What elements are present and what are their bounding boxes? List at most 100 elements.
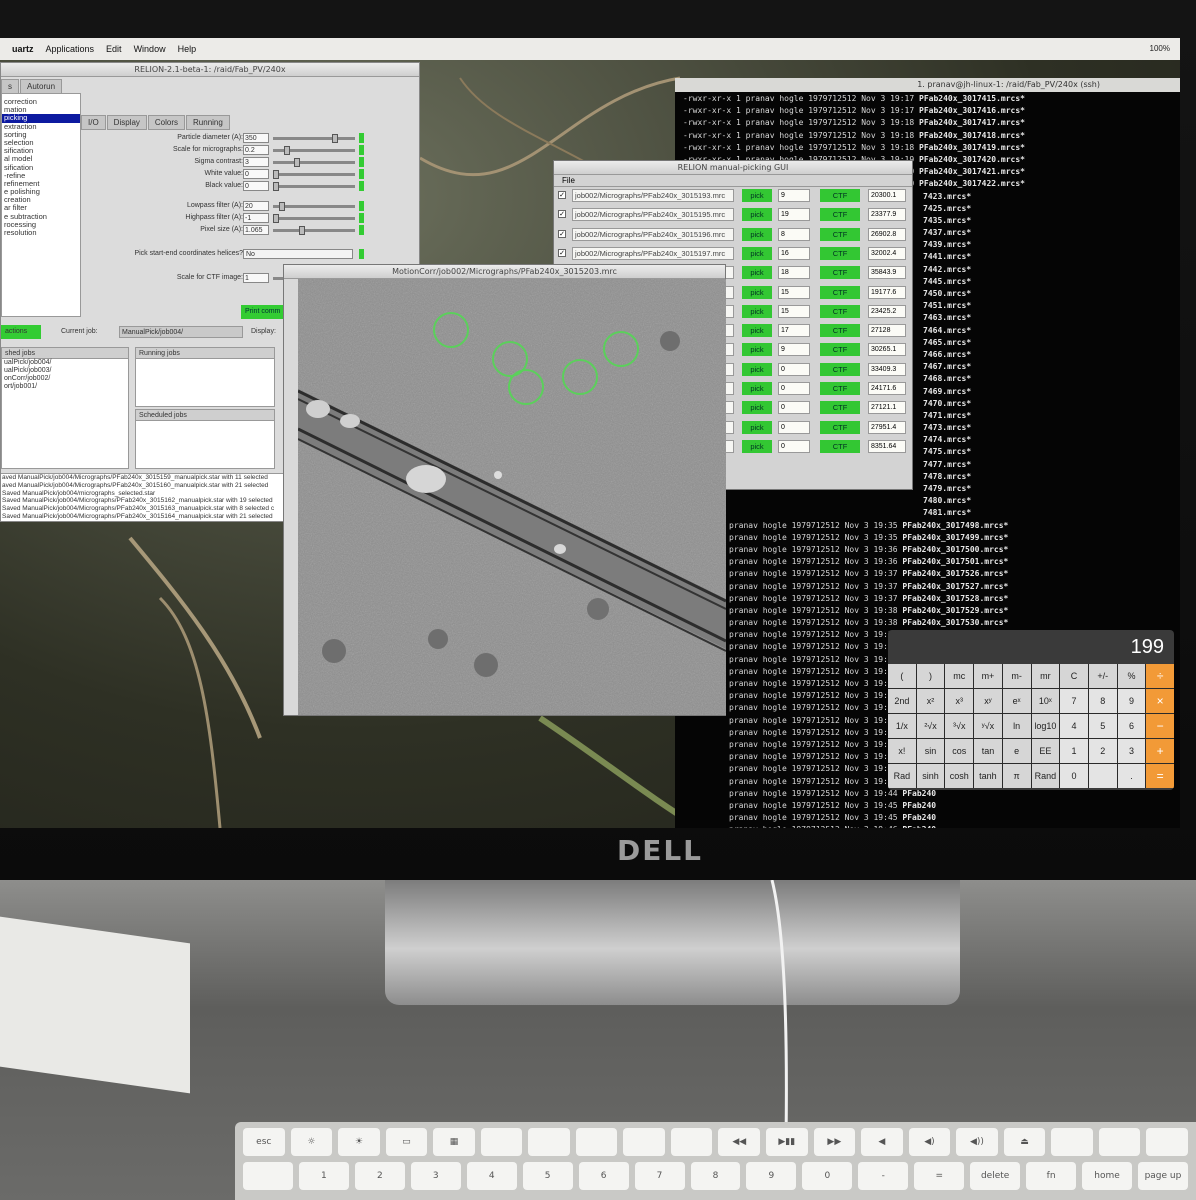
calculator-key[interactable]: 2nd — [888, 689, 916, 713]
calculator-key[interactable]: 0 — [1060, 764, 1088, 788]
ctf-button[interactable]: CTF — [820, 439, 860, 453]
keyboard-key[interactable]: ☀ — [338, 1128, 380, 1156]
keyboard-key[interactable] — [480, 1128, 523, 1156]
calculator-key[interactable]: % — [1117, 664, 1146, 688]
pick-button[interactable]: pick — [742, 401, 772, 415]
help-button[interactable] — [359, 213, 364, 223]
keyboard-key[interactable]: fn — [1026, 1162, 1077, 1190]
ctf-button[interactable]: CTF — [820, 285, 860, 299]
keyboard-key[interactable] — [623, 1128, 665, 1156]
pick-button[interactable]: pick — [742, 227, 772, 241]
calculator-key[interactable]: cos — [945, 739, 974, 763]
keyboard-key[interactable]: ☼ — [290, 1128, 333, 1156]
calculator-key[interactable]: ʸ√x — [974, 714, 1002, 738]
keyboard-key[interactable] — [1098, 1128, 1141, 1156]
calculator-key[interactable]: 4 — [1060, 714, 1088, 738]
keyboard-key[interactable] — [575, 1128, 618, 1156]
calculator-key[interactable]: 1/x — [888, 714, 916, 738]
file-menu[interactable]: File — [554, 175, 912, 187]
calculator-key[interactable]: 6 — [1117, 714, 1146, 738]
calculator-key[interactable]: ) — [916, 664, 945, 688]
ctf-button[interactable]: CTF — [820, 362, 860, 376]
calculator-key[interactable]: + — [1146, 739, 1174, 763]
keyboard-key[interactable]: = — [914, 1162, 965, 1190]
keyboard-key[interactable]: page up — [1138, 1162, 1188, 1190]
keyboard-key[interactable]: 5 — [522, 1162, 573, 1190]
row-checkbox[interactable]: ✓ — [558, 229, 566, 238]
parameter-value-field[interactable]: -1 — [243, 213, 269, 223]
keyboard-key[interactable]: ▶▮▮ — [766, 1128, 808, 1156]
keyboard-key[interactable]: 3 — [410, 1162, 461, 1190]
keyboard-key[interactable]: 9 — [746, 1162, 797, 1190]
calculator-key[interactable]: = — [1146, 764, 1174, 788]
list-item[interactable]: ualPick/job003/ — [2, 367, 128, 375]
list-item[interactable]: ort/job001/ — [2, 383, 128, 391]
slider-knob[interactable] — [298, 226, 305, 235]
calculator-key[interactable]: 2 — [1088, 739, 1117, 763]
pick-button[interactable]: pick — [742, 343, 772, 357]
list-item[interactable]: ualPick/job004/ — [2, 359, 128, 367]
pick-button[interactable]: pick — [742, 324, 772, 338]
keyboard-key[interactable]: ◀) — [908, 1128, 951, 1156]
calculator-key[interactable]: 5 — [1088, 714, 1117, 738]
job-type-item[interactable]: resolution — [2, 228, 80, 237]
calculator-key[interactable]: tan — [974, 739, 1002, 763]
help-button[interactable] — [359, 201, 364, 211]
help-button[interactable] — [359, 145, 364, 155]
slider-knob[interactable] — [283, 146, 290, 155]
calculator-key[interactable]: π — [1002, 764, 1031, 788]
keyboard-key[interactable]: ▭ — [385, 1128, 428, 1156]
tab-colors[interactable]: Colors — [147, 115, 186, 130]
keyboard-key[interactable] — [528, 1128, 570, 1156]
keyboard-key[interactable]: ▶▶ — [813, 1128, 856, 1156]
help-button[interactable] — [359, 225, 364, 235]
calculator-key[interactable]: mr — [1031, 664, 1060, 688]
pick-button[interactable]: pick — [742, 266, 772, 280]
keyboard-key[interactable]: delete — [970, 1162, 1021, 1190]
keyboard-key[interactable]: 8 — [690, 1162, 741, 1190]
pick-button[interactable]: pick — [742, 208, 772, 222]
keyboard-key[interactable] — [1051, 1128, 1093, 1156]
finished-jobs-list[interactable]: shed jobs ualPick/job004/ ualPick/job003… — [1, 347, 129, 469]
calculator-key[interactable]: − — [1146, 714, 1174, 738]
calculator-key[interactable]: cosh — [945, 764, 974, 788]
ctf-button[interactable]: CTF — [820, 246, 860, 260]
ctf-button[interactable]: CTF — [820, 266, 860, 280]
parameter-value-field[interactable]: 0.2 — [243, 145, 269, 155]
calculator-key[interactable]: m- — [1002, 664, 1031, 688]
calculator-key[interactable]: x! — [888, 739, 916, 763]
keyboard-key[interactable]: ◀)) — [956, 1128, 998, 1156]
calculator-key[interactable]: 9 — [1117, 689, 1146, 713]
calculator-key[interactable]: tanh — [974, 764, 1002, 788]
slider-knob[interactable] — [273, 170, 279, 179]
calculator-key[interactable]: EE — [1031, 739, 1060, 763]
parameter-slider[interactable] — [273, 226, 355, 235]
ctf-scale-field[interactable]: 1 — [243, 273, 269, 283]
calculator-key[interactable]: +/- — [1088, 664, 1117, 688]
calculator-key[interactable]: × — [1146, 689, 1174, 713]
parameter-value-field[interactable]: 3 — [243, 157, 269, 167]
ctf-button[interactable]: CTF — [820, 189, 860, 202]
slider-knob[interactable] — [273, 214, 279, 223]
menu-applications[interactable]: Applications — [46, 44, 95, 54]
calculator-key[interactable]: sinh — [916, 764, 945, 788]
current-job-field[interactable]: ManualPick/job004/ — [119, 326, 243, 338]
parameter-slider[interactable] — [273, 170, 355, 179]
ctf-button[interactable]: CTF — [820, 324, 860, 338]
parameter-slider[interactable] — [273, 146, 355, 155]
calculator-key[interactable]: 10ˣ — [1031, 689, 1060, 713]
keyboard-key[interactable]: 4 — [466, 1162, 517, 1190]
row-checkbox[interactable]: ✓ — [558, 191, 566, 199]
help-button[interactable] — [359, 249, 364, 259]
parameter-value-field[interactable]: 0 — [243, 169, 269, 179]
help-button[interactable] — [359, 169, 364, 179]
tab-io[interactable]: I/O — [81, 115, 106, 130]
calculator-key[interactable]: 7 — [1060, 689, 1088, 713]
slider-knob[interactable] — [279, 202, 286, 211]
calculator-key[interactable]: ³√x — [945, 714, 974, 738]
ctf-button[interactable]: CTF — [820, 304, 860, 318]
calculator-key[interactable]: ÷ — [1146, 664, 1174, 688]
menu-window[interactable]: Window — [134, 44, 166, 54]
pick-button[interactable]: pick — [742, 285, 772, 299]
ctf-button[interactable]: CTF — [820, 227, 860, 241]
